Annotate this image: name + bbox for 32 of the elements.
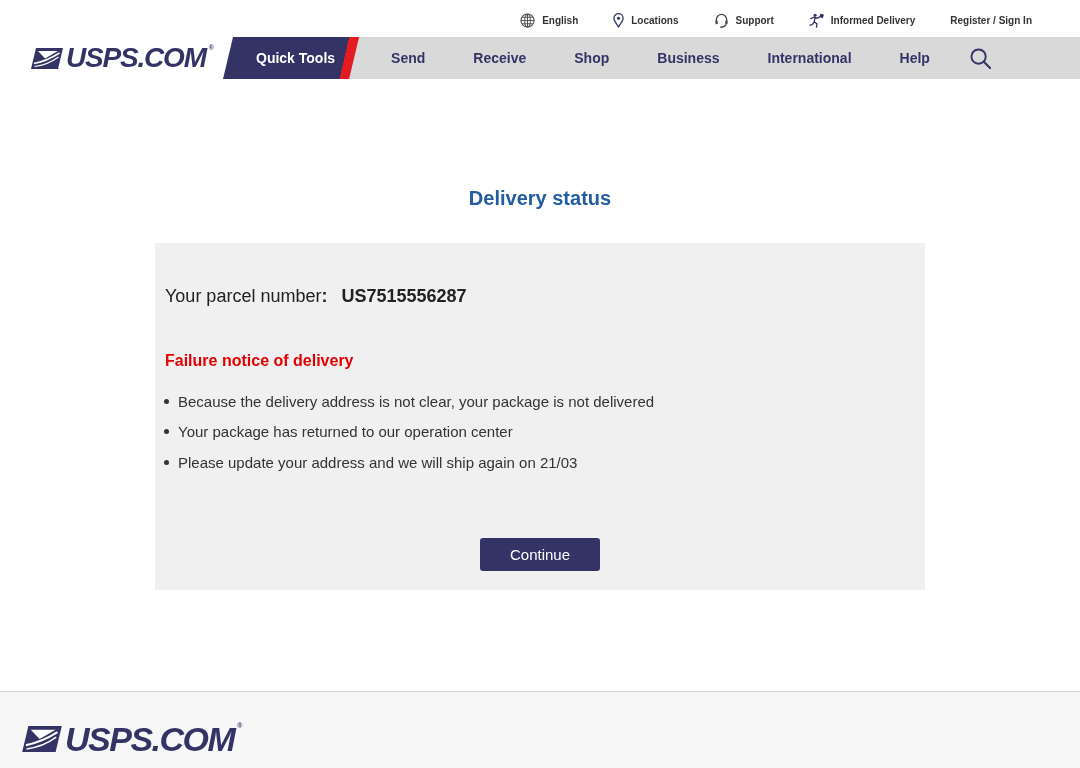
continue-button[interactable]: Continue: [480, 538, 600, 571]
eagle-logo-icon: [31, 47, 63, 69]
utility-link[interactable]: English: [520, 12, 579, 28]
eagle-logo-icon: [22, 726, 62, 752]
search-icon: [969, 47, 991, 69]
globe-icon: [520, 12, 536, 28]
notice-title: Failure notice of delivery: [165, 351, 354, 371]
notice-text: Because the delivery address is not clear, your package is not delivered: [178, 392, 655, 410]
page-title: Delivery status: [468, 186, 612, 210]
bullet-icon: [164, 459, 169, 465]
parcel-number: US7515556287: [341, 285, 467, 307]
map-pin-icon: [613, 12, 625, 28]
logo-text: USPS.COM$^{®}$: [65, 722, 242, 756]
utility-link[interactable]: Register / Sign In: [950, 14, 1032, 26]
nav-tab[interactable]: Help: [875, 37, 954, 79]
bullet-icon: [164, 398, 169, 404]
parcel-label: Your parcel number:: [165, 285, 328, 307]
headset-icon: [713, 12, 729, 28]
utility-link[interactable]: Locations: [613, 12, 679, 28]
nav-tab[interactable]: Shop: [550, 37, 634, 79]
nav-tab[interactable]: International: [743, 37, 876, 79]
nav-tab[interactable]: Quick Tools: [223, 37, 360, 79]
utility-link[interactable]: Informed Delivery: [808, 12, 916, 28]
utility-link[interactable]: Support: [713, 12, 774, 28]
nav-tab[interactable]: Send: [367, 37, 450, 79]
bullet-icon: [164, 429, 169, 435]
notice-text: Please update your address and we will ship again on 21/03: [178, 453, 578, 471]
nav-tab[interactable]: Receive: [449, 37, 551, 79]
logo-text: USPS.COM$^{®}$: [66, 44, 213, 72]
notice-text: Your package has returned to our operation center: [178, 423, 513, 441]
nav-tab[interactable]: Business: [633, 37, 744, 79]
running-person-icon: [808, 12, 824, 28]
